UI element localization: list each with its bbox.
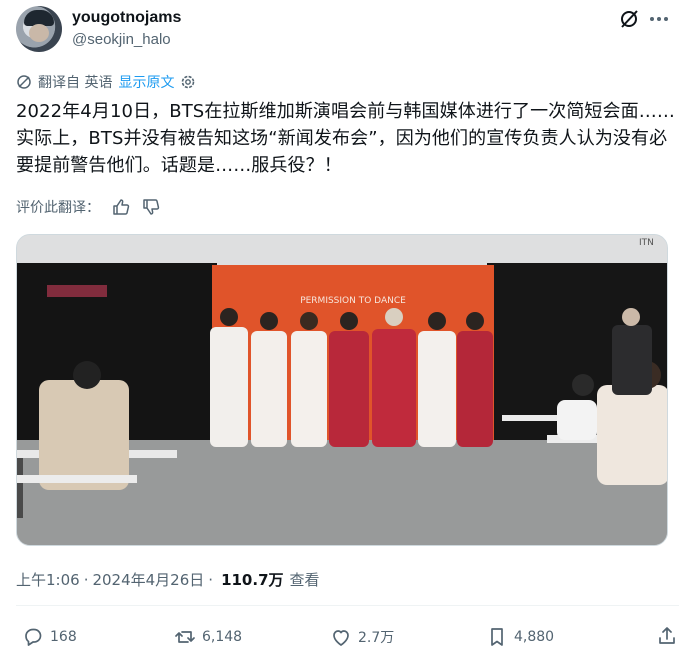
like-icon: [333, 630, 349, 646]
corner-text: ITN: [639, 238, 654, 248]
avatar-face: [29, 24, 49, 42]
bookmark-count: 4,880: [514, 629, 555, 645]
gear-icon[interactable]: [180, 74, 196, 90]
tweet-text: 2022年4月10日，BTS在拉斯维加斯演唱会前与韩国媒体进行了一次简短会面………: [16, 101, 675, 176]
reply-count: 168: [50, 629, 77, 645]
action-bar: 168 6,148 2.7万 4,880: [16, 622, 679, 652]
repost-icon: [175, 631, 195, 643]
translation-bar: 翻译自 英语 显示原文: [16, 72, 196, 92]
like-count: 2.7万: [358, 630, 395, 646]
meta-separator: ·: [208, 570, 214, 589]
reply-icon: [25, 628, 42, 646]
tweet-date[interactable]: 2024年4月26日: [92, 569, 204, 590]
tweet-header: yougotnojams @seokjin_halo: [16, 6, 679, 56]
translated-from-label: 翻译自 英语: [38, 75, 113, 91]
backdrop-text: PERMISSION TO DANCE: [300, 296, 406, 306]
views-count: 110.7万: [221, 571, 284, 589]
like-button[interactable]: 2.7万: [330, 622, 394, 652]
tweet-media-image[interactable]: PERMISSION TO DANCE ITN: [16, 234, 668, 546]
tweet-time[interactable]: 上午1:06: [16, 569, 80, 590]
views-label: 查看: [289, 571, 320, 589]
repost-count: 6,148: [202, 629, 243, 645]
display-name[interactable]: yougotnojams: [72, 9, 181, 27]
rate-translation-label: 评价此翻译：: [16, 200, 100, 216]
reply-button[interactable]: 168: [22, 622, 77, 652]
bookmark-button[interactable]: 4,880: [486, 622, 554, 652]
grok-icon[interactable]: [618, 8, 640, 30]
avatar[interactable]: [16, 6, 62, 52]
rate-translation: 评价此翻译：: [16, 196, 160, 218]
bookmark-icon: [491, 628, 503, 646]
show-original-link[interactable]: 显示原文: [118, 72, 174, 92]
user-handle[interactable]: @seokjin_halo: [72, 31, 171, 48]
share-icon[interactable]: [656, 625, 678, 647]
repost-button[interactable]: 6,148: [174, 622, 242, 652]
meta-separator: ·: [83, 570, 89, 589]
press-conference-photo: PERMISSION TO DANCE ITN: [17, 235, 667, 545]
divider: [16, 605, 679, 606]
more-icon[interactable]: [648, 8, 670, 30]
thumbs-down-icon[interactable]: [142, 198, 160, 216]
translate-icon: [17, 75, 31, 89]
thumbs-up-icon[interactable]: [112, 198, 130, 216]
tweet-meta: 上午1:06 · 2024年4月26日 · 110.7万 查看: [16, 569, 320, 590]
